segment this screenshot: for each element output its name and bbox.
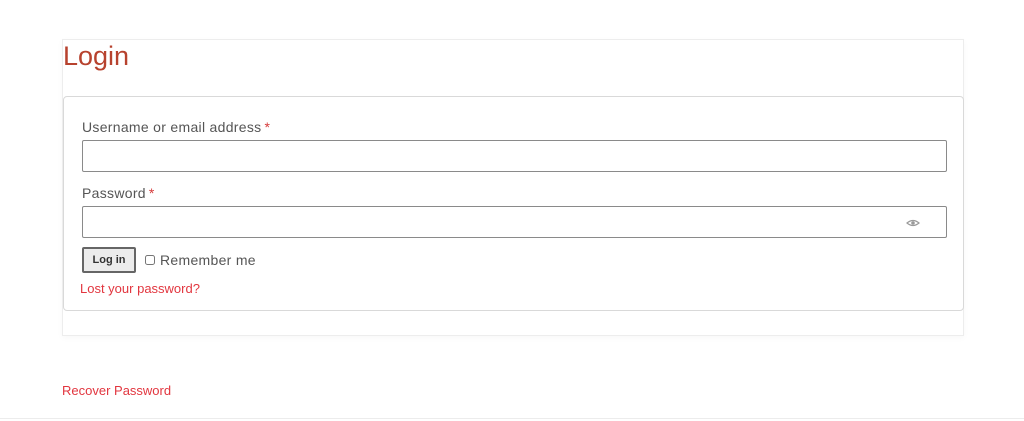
required-marker: * (148, 185, 155, 201)
remember-me-checkbox[interactable] (145, 255, 155, 265)
password-label: Password * (82, 185, 155, 201)
username-label-text: Username or email address (82, 119, 262, 135)
login-button[interactable]: Log in (82, 247, 136, 273)
page: Login Username or email address * Passwor… (0, 0, 1024, 421)
divider (0, 418, 1024, 419)
eye-icon[interactable] (906, 215, 920, 227)
login-form: Username or email address * Password * Log… (63, 96, 964, 311)
username-label: Username or email address * (82, 119, 270, 135)
login-card: Login Username or email address * Passwor… (62, 39, 964, 336)
password-input[interactable] (82, 206, 947, 238)
password-label-text: Password (82, 185, 146, 201)
remember-me-label: Remember me (160, 252, 256, 268)
page-title: Login (63, 41, 130, 71)
remember-me[interactable]: Remember me (145, 252, 256, 268)
lost-password-link[interactable]: Lost your password? (80, 281, 200, 296)
username-input[interactable] (82, 140, 947, 172)
required-marker: * (264, 119, 271, 135)
recover-password-link[interactable]: Recover Password (62, 383, 171, 398)
